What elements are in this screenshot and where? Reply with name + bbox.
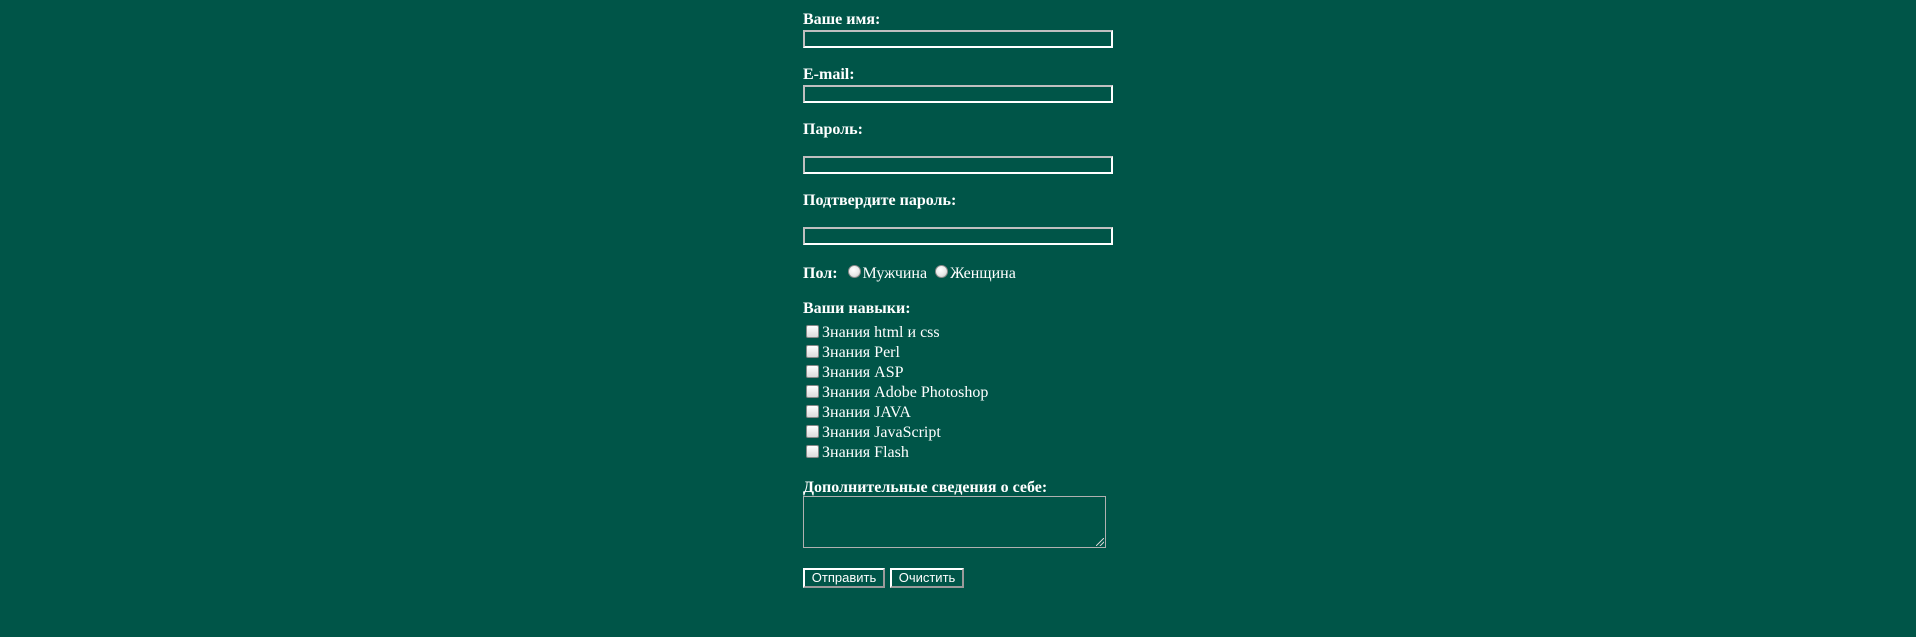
about-textarea[interactable] bbox=[803, 496, 1106, 548]
submit-button[interactable]: Отправить bbox=[803, 568, 885, 588]
name-input[interactable] bbox=[803, 30, 1113, 48]
gender-row: Пол: Мужчина Женщина bbox=[803, 264, 1018, 283]
radio-male-label[interactable]: Мужчина bbox=[863, 265, 928, 283]
skill-label: Знания Flash bbox=[822, 444, 909, 461]
skill-label: Знания JavaScript bbox=[822, 424, 941, 441]
reset-button[interactable]: Очистить bbox=[890, 568, 964, 588]
skill-label: Знания JAVA bbox=[822, 404, 911, 421]
skill-label: Знания html и css bbox=[822, 324, 940, 341]
checkbox-javascript[interactable] bbox=[806, 424, 819, 438]
email-label: E-mail: bbox=[803, 66, 855, 83]
skill-label: Знания ASP bbox=[822, 364, 904, 381]
checkbox-asp[interactable] bbox=[806, 364, 819, 378]
checkbox-photoshop[interactable] bbox=[806, 384, 819, 398]
checkbox-java[interactable] bbox=[806, 404, 819, 418]
gender-label: Пол: bbox=[803, 265, 838, 282]
checkbox-flash[interactable] bbox=[806, 444, 819, 458]
checkbox-perl[interactable] bbox=[806, 344, 819, 358]
about-label: Дополнительные сведения о себе: bbox=[803, 479, 1048, 496]
skill-label: Знания Perl bbox=[822, 344, 900, 361]
resize-grip-icon[interactable] bbox=[1096, 538, 1104, 546]
radio-male[interactable] bbox=[847, 264, 861, 278]
skill-item[interactable]: Знания Perl bbox=[803, 344, 900, 362]
skill-item[interactable]: Знания Flash bbox=[803, 444, 909, 462]
skill-item[interactable]: Знания html и css bbox=[803, 324, 940, 342]
confirm-password-label: Подтвердите пароль: bbox=[803, 192, 957, 209]
password-label: Пароль: bbox=[803, 121, 863, 138]
radio-female-label[interactable]: Женщина bbox=[950, 265, 1016, 283]
skill-item[interactable]: Знания ASP bbox=[803, 364, 904, 382]
email-input[interactable] bbox=[803, 85, 1113, 103]
confirm-password-input[interactable] bbox=[803, 227, 1113, 245]
skill-label: Знания Adobe Photoshop bbox=[822, 384, 989, 401]
checkbox-html-css[interactable] bbox=[806, 324, 819, 338]
radio-female[interactable] bbox=[935, 264, 949, 278]
skill-item[interactable]: Знания JavaScript bbox=[803, 424, 941, 442]
skill-item[interactable]: Знания Adobe Photoshop bbox=[803, 384, 988, 402]
password-input[interactable] bbox=[803, 156, 1113, 174]
skills-label: Ваши навыки: bbox=[803, 300, 911, 317]
name-label: Ваше имя: bbox=[803, 11, 881, 28]
skill-item[interactable]: Знания JAVA bbox=[803, 404, 911, 422]
